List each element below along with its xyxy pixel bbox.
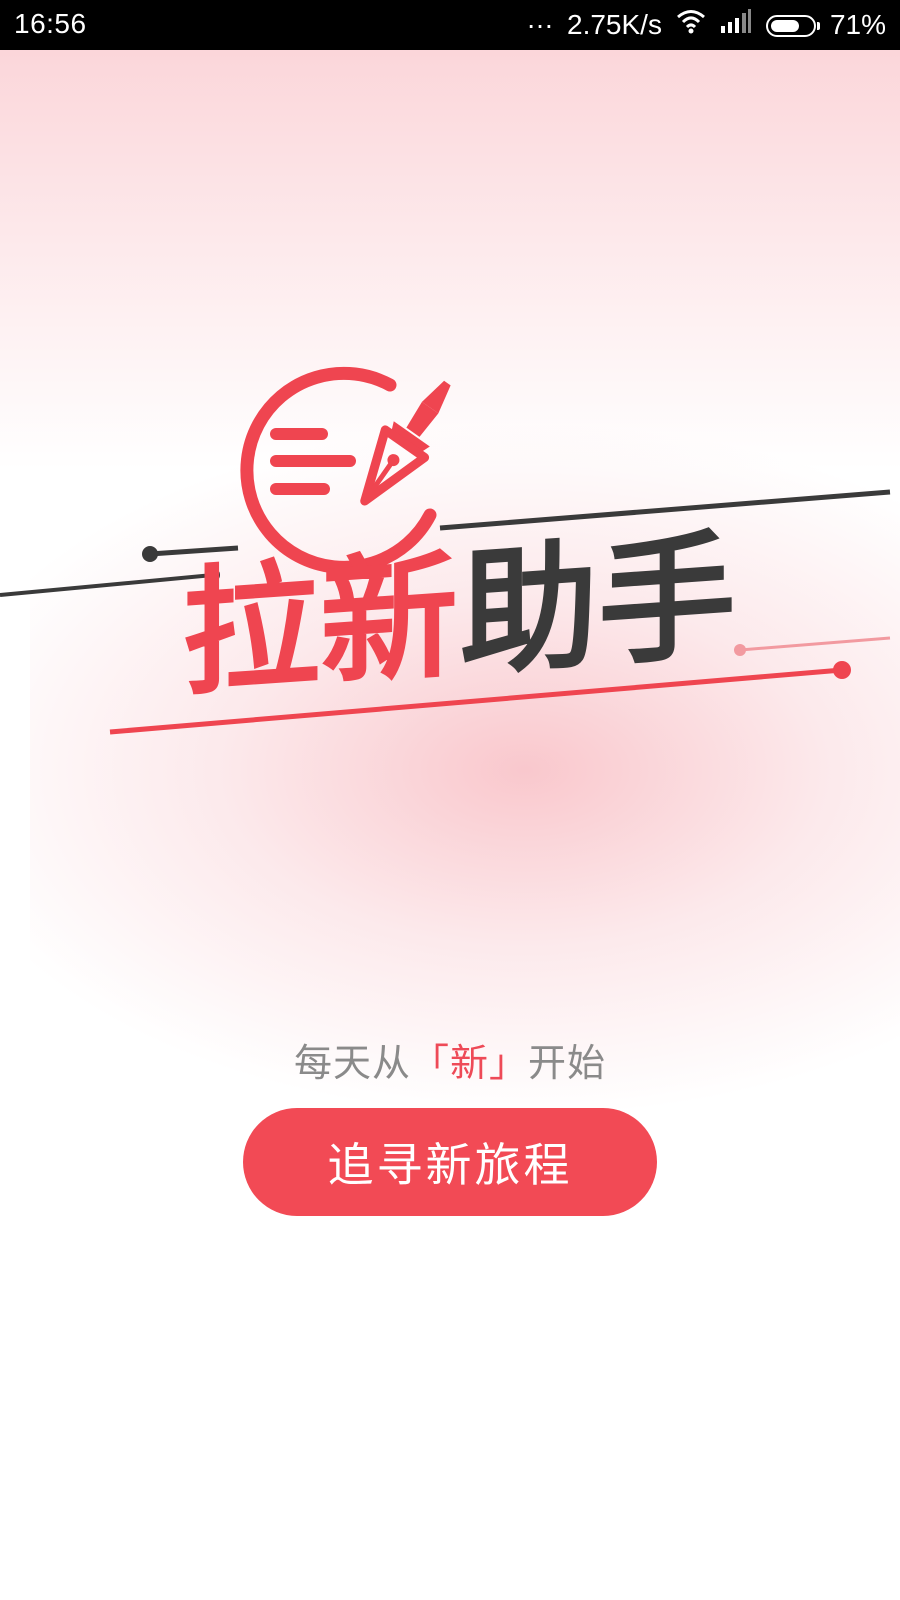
network-speed: 2.75K/s	[567, 8, 662, 40]
slogan-prefix: 每天从	[293, 1041, 411, 1085]
start-journey-button[interactable]: 追寻新旅程	[243, 1108, 657, 1216]
logo-title-red: 拉新	[182, 535, 458, 715]
slogan-open-bracket: 「	[410, 1041, 450, 1085]
signal-icon	[720, 8, 752, 41]
status-indicators: … 2.75K/s 71%	[526, 3, 886, 41]
splash-screen: 16:56 … 2.75K/s 71% 拉新 助手 每天从「新」开始 追寻新旅程	[0, 0, 900, 1600]
battery-fill	[770, 19, 799, 32]
menu-lines-icon	[270, 428, 356, 495]
wifi-icon	[676, 8, 706, 41]
app-logo: 拉新 助手	[0, 366, 891, 735]
slogan-close-bracket: 」	[489, 1041, 529, 1085]
slogan-suffix: 开始	[528, 1041, 607, 1085]
slogan-highlight: 新	[449, 1041, 489, 1085]
logo-title-dark: 助手	[460, 516, 736, 696]
decor-line-pink	[739, 636, 891, 652]
status-bar: 16:56 … 2.75K/s 71%	[0, 0, 900, 50]
pen-nib-icon	[360, 380, 451, 506]
slogan: 每天从「新」开始	[0, 1032, 900, 1087]
status-time: 16:56	[14, 8, 87, 39]
more-dots-icon: …	[526, 2, 554, 34]
battery-percent: 71%	[829, 8, 886, 40]
battery-icon	[765, 14, 820, 37]
